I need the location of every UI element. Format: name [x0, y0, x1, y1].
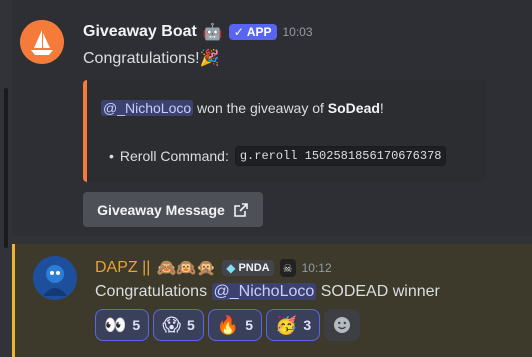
- add-reaction-icon: [334, 317, 351, 333]
- reaction-count: 3: [303, 317, 312, 333]
- scrollbar-thumb[interactable]: [4, 88, 8, 248]
- robot-emoji-icon: 🤖: [202, 24, 223, 41]
- message-header: Giveaway Boat 🤖 ✓ APP 10:03: [83, 22, 313, 42]
- app-badge-label: APP: [246, 25, 272, 39]
- reaction-count: 5: [245, 317, 253, 333]
- reaction-count: 5: [132, 317, 141, 333]
- embed-prize: SoDead: [327, 100, 380, 116]
- giveaway-message-button[interactable]: Giveaway Message: [83, 192, 263, 227]
- avatar-dapz[interactable]: [33, 256, 77, 300]
- skull-icon: ☠: [279, 259, 296, 277]
- message-content: Congratulations @_NichoLoco SODEAD winne…: [95, 283, 440, 301]
- avatar-image-icon: [33, 256, 77, 300]
- reaction-party[interactable]: 🥳 3: [266, 309, 321, 341]
- embed-won-text: won the giveaway of: [193, 100, 328, 116]
- guild-tag-badge[interactable]: ◆ PNDA: [222, 260, 274, 276]
- checkmark-icon: ✓: [233, 25, 244, 39]
- diamond-icon: ◆: [226, 261, 236, 275]
- embed-winner-line: @_NichoLoco won the giveaway of SoDead!: [101, 100, 384, 116]
- message-text-after: SODEAD winner: [316, 283, 440, 300]
- reaction-count: 5: [186, 317, 195, 333]
- party-popper-icon: 🎉: [199, 50, 220, 67]
- embed-reroll-line: • Reroll Command: g.reroll 1502581856170…: [109, 146, 447, 166]
- screaming-face-icon: 😱: [162, 314, 181, 335]
- message-dapz: DAPZ || 🙈🙉🙊 ◆ PNDA ☠ 10:12 Congratulatio…: [12, 244, 532, 357]
- add-reaction-button[interactable]: [324, 309, 361, 341]
- message-text: Congratulations!: [83, 50, 200, 67]
- user-mention[interactable]: @_NichoLoco: [101, 100, 194, 116]
- message-text-before: Congratulations: [95, 283, 212, 300]
- giveaway-message-label: Giveaway Message: [97, 201, 225, 218]
- party-face-icon: 🥳: [275, 314, 298, 335]
- embed-exclaim: !: [379, 100, 384, 116]
- reaction-eyes[interactable]: 👀 5: [95, 309, 150, 341]
- reroll-code: g.reroll 1502581856170676378: [234, 146, 447, 166]
- fire-icon: 🔥: [216, 314, 240, 335]
- app-badge: ✓ APP: [228, 24, 277, 40]
- username[interactable]: DAPZ ||: [95, 259, 150, 277]
- giveaway-embed: @_NichoLoco won the giveaway of SoDead! …: [83, 80, 487, 182]
- monkey-emojis-icon: 🙈🙉🙊: [156, 260, 217, 277]
- reaction-screaming[interactable]: 😱 5: [153, 309, 204, 341]
- username[interactable]: Giveaway Boat: [83, 23, 197, 41]
- bullet: •: [109, 148, 114, 164]
- message-content: Congratulations!🎉: [83, 48, 219, 68]
- timestamp[interactable]: 10:12: [302, 261, 332, 275]
- reactions-bar: 👀 5 😱 5 🔥 5 🥳 3: [95, 309, 361, 341]
- boat-icon: [20, 20, 64, 64]
- reroll-label: Reroll Command:: [119, 148, 229, 164]
- eyes-icon: 👀: [104, 314, 127, 335]
- timestamp[interactable]: 10:03: [283, 25, 313, 39]
- guild-tag-label: PNDA: [238, 262, 270, 274]
- avatar-giveaway-boat[interactable]: [20, 20, 64, 64]
- user-mention[interactable]: @_NichoLoco: [211, 283, 317, 300]
- scrollbar[interactable]: [0, 0, 12, 357]
- message-divider: [12, 236, 532, 244]
- reaction-fire[interactable]: 🔥 5: [207, 309, 262, 341]
- external-link-icon: [234, 202, 248, 217]
- message-header: DAPZ || 🙈🙉🙊 ◆ PNDA ☠ 10:12: [95, 258, 332, 278]
